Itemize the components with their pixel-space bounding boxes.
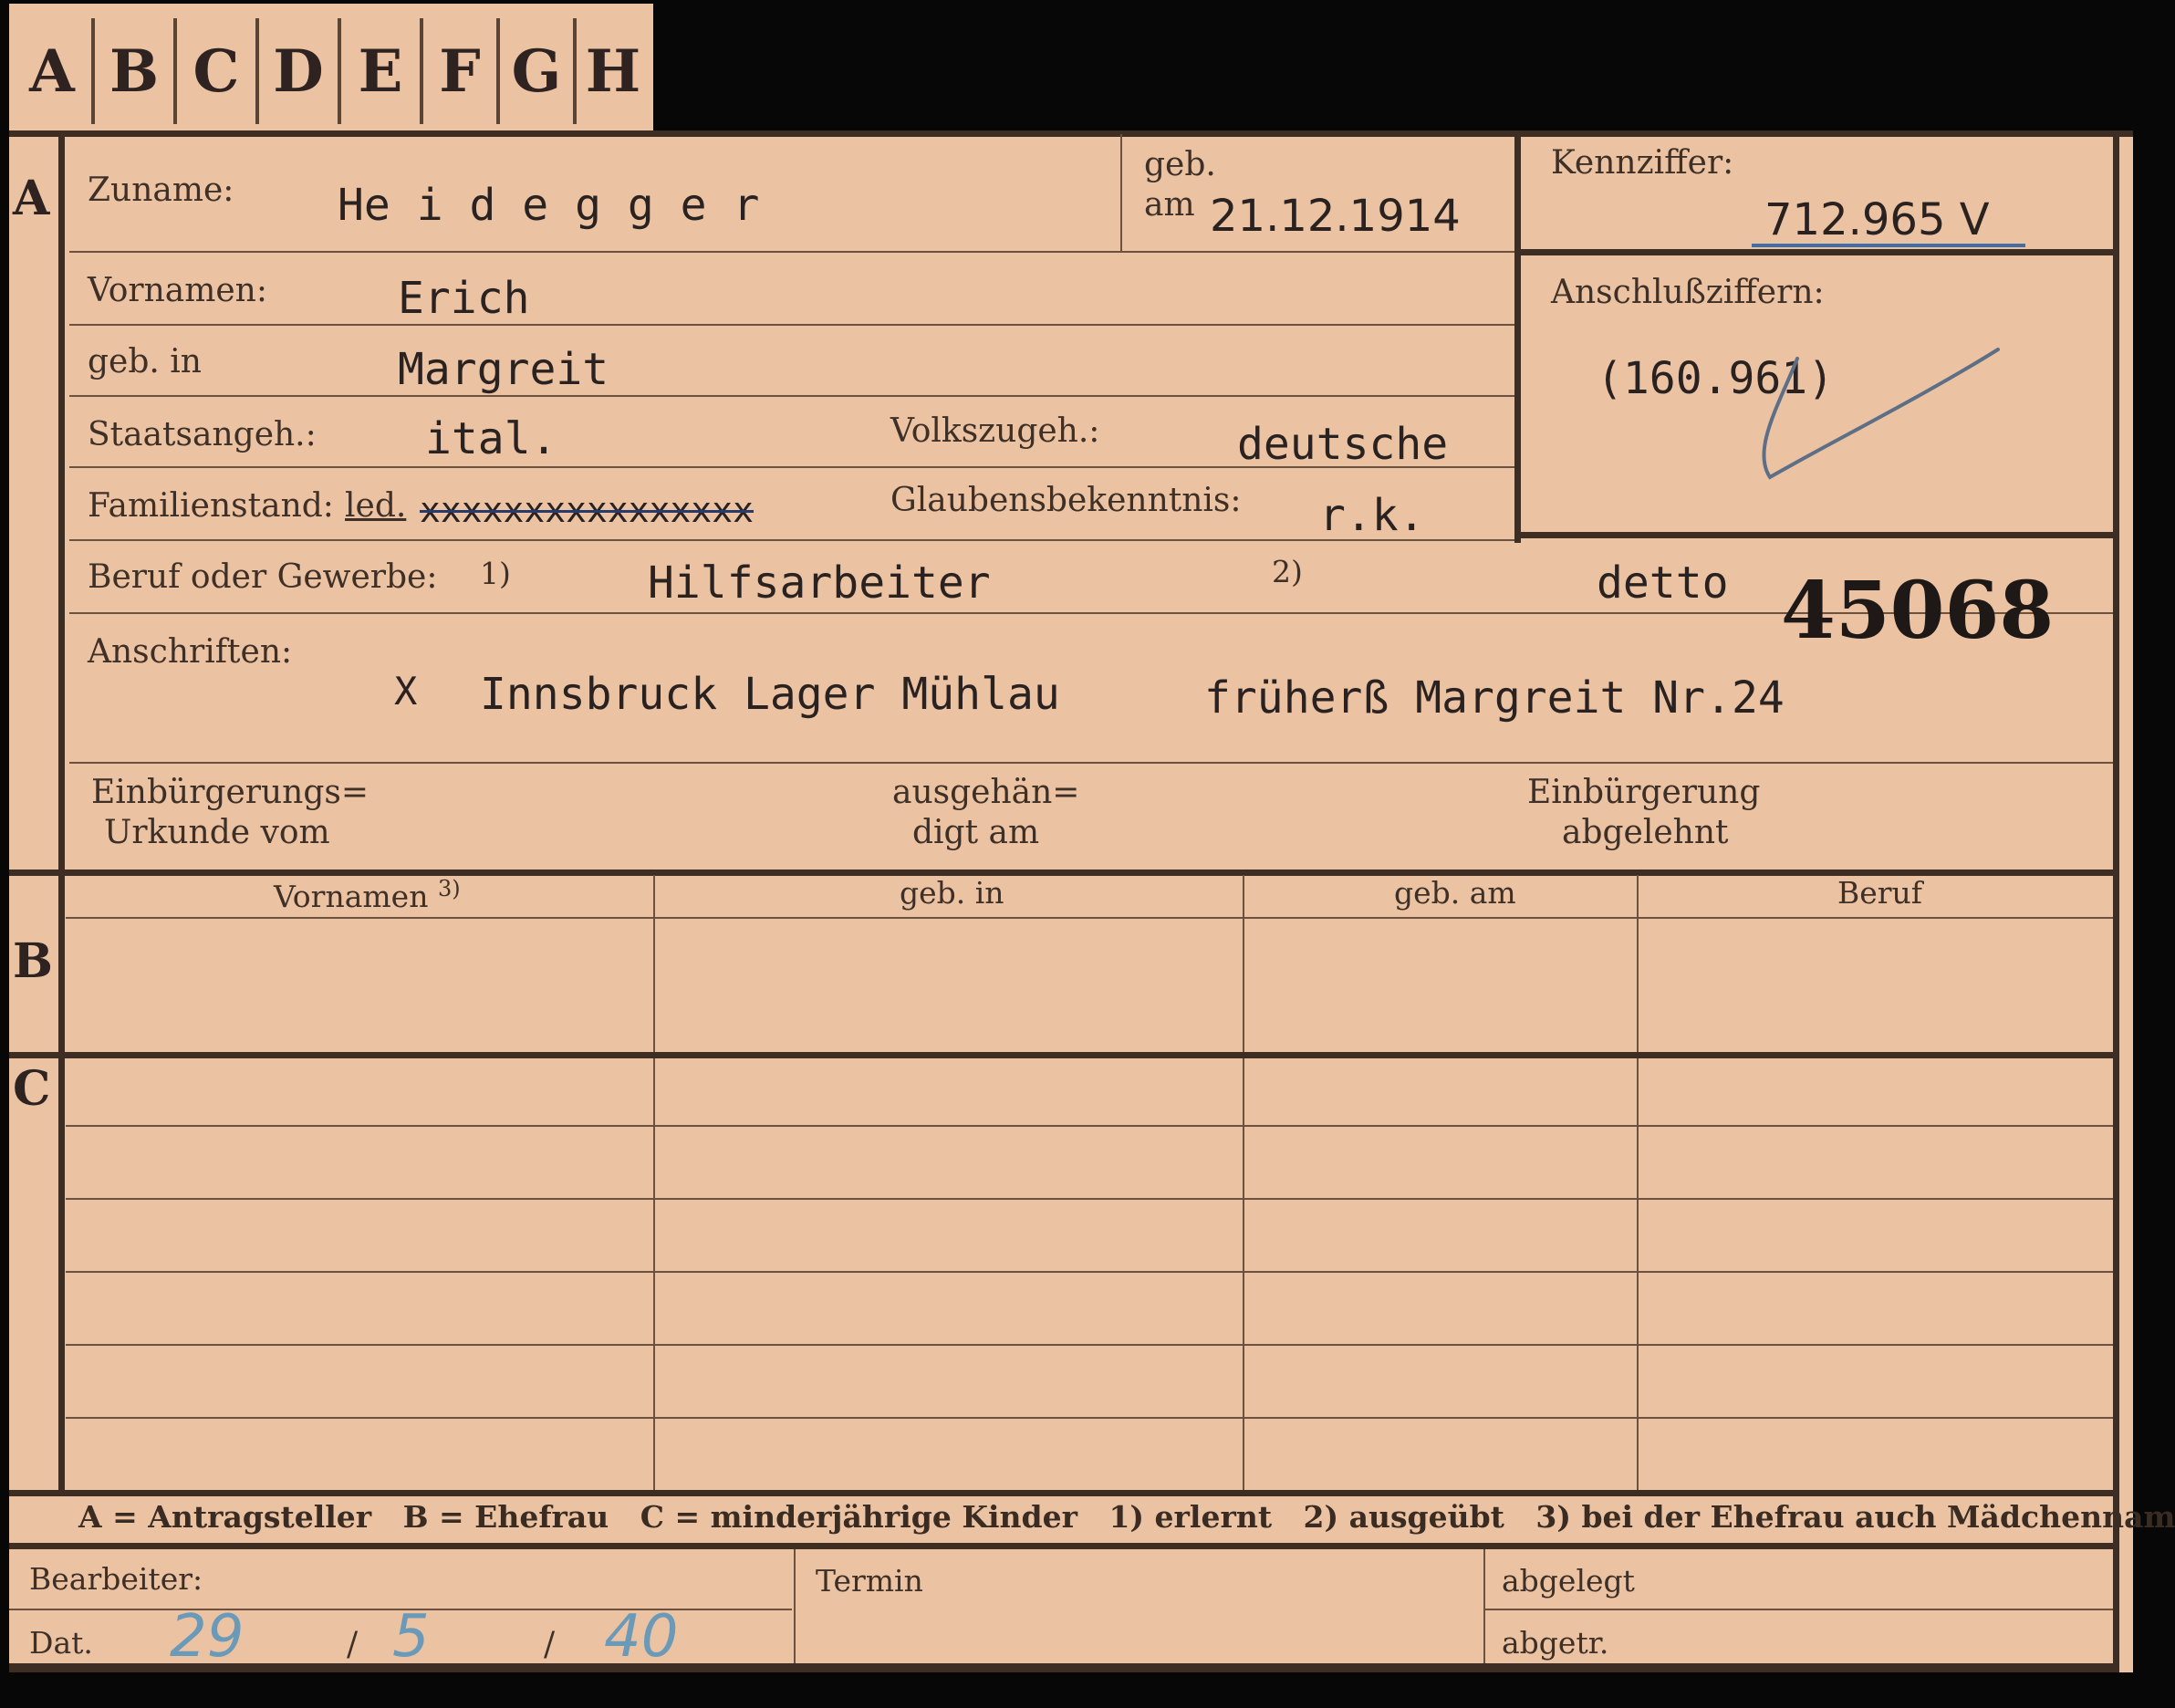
col-vornamen-header: Vornamen 3) [274, 877, 461, 913]
tab-d: D [259, 18, 341, 124]
row-line [69, 539, 1514, 541]
tab-e: E [341, 18, 423, 124]
address-marker: X [394, 669, 418, 713]
table-header-line [66, 917, 2113, 919]
row-line [69, 395, 1514, 397]
abgetr-label: abgetr. [1502, 1625, 1609, 1661]
column-divider [1243, 875, 1244, 1492]
kennziffer-box-divider [1514, 249, 2113, 255]
col-geb-in-header: geb. in [900, 875, 1004, 911]
kennziffer-value: 712.965 V [1764, 194, 1990, 245]
ausgehaendigt-label-1: ausgehän= [892, 774, 1080, 811]
vornamen-label: Vornamen: [88, 272, 267, 309]
vornamen-value: Erich [398, 273, 530, 324]
row-line [69, 251, 1514, 253]
col-beruf-header: Beruf [1837, 875, 1923, 911]
staatsangeh-label: Staatsangeh.: [88, 416, 317, 453]
col-vornamen-text: Vornamen [274, 879, 429, 914]
tab-a: A [13, 18, 95, 124]
beruf-label: Beruf oder Gewerbe: [88, 558, 438, 596]
tab-f: F [423, 18, 500, 124]
einbuergerung-abgelehnt-label-2: abgelehnt [1562, 814, 1729, 851]
beruf-note1: 1) [480, 556, 511, 591]
table-row-line [66, 1271, 2113, 1273]
tab-c: C [177, 18, 259, 124]
bottom-border [9, 1663, 2119, 1672]
section-b-top-border [9, 870, 2113, 876]
einbuergerung-abgelehnt-label-1: Einbürgerung [1527, 774, 1761, 811]
familienstand-label: Familienstand: [88, 487, 334, 525]
kennziffer-box-left [1514, 134, 1521, 543]
anschlussziffern-label: Anschlußziffern: [1551, 274, 1825, 311]
geb-datum-value: 21.12.1914 [1210, 191, 1461, 242]
zuname-value: He i d e g g e r [338, 180, 760, 231]
table-row-line [66, 1198, 2113, 1200]
col-vornamen-note: 3) [437, 876, 461, 901]
legend-top-border [9, 1490, 2113, 1496]
familienstand-value: led. [345, 487, 407, 525]
right-border [2113, 130, 2119, 1672]
section-letter-divider [58, 130, 65, 1490]
geb-am-label: am [1144, 186, 1195, 224]
dat-separator: / [544, 1626, 556, 1663]
abgelegt-label: abgelegt [1502, 1563, 1635, 1599]
footer-divider [1483, 1549, 1485, 1672]
einbuergerung-urkunde-label-1: Einbürgerungs= [91, 774, 369, 811]
beruf-note2: 2) [1272, 554, 1303, 589]
tab-g: G [500, 18, 577, 124]
top-border [9, 130, 2133, 137]
zuname-label: Zuname: [88, 172, 234, 209]
volkszugeh-label: Volkszugeh.: [890, 412, 1100, 450]
dat-month-value: 5 [392, 1603, 430, 1671]
index-tabs: A B C D E F G H [9, 4, 653, 131]
kennziffer-underline [1752, 244, 2025, 247]
table-row-line [66, 1417, 2113, 1419]
termin-label: Termin [816, 1563, 923, 1599]
anschrift-value: Innsbruck Lager Mühlau [480, 669, 1060, 720]
tab-b: B [95, 18, 177, 124]
kennziffer-box-bottom [1514, 532, 2113, 538]
glaubensbekenntnis-label: Glaubensbekenntnis: [890, 482, 1242, 519]
footer-divider [794, 1549, 796, 1672]
anschrift-frueher-value: früherß Margreit Nr.24 [1204, 672, 1785, 724]
footer-line [1485, 1609, 2113, 1610]
table-row-line [66, 1344, 2113, 1346]
row-line [69, 324, 1514, 326]
einbuergerung-urkunde-label-2: Urkunde vom [104, 814, 330, 851]
column-divider [653, 875, 655, 1492]
legend-bottom-border [9, 1543, 2113, 1549]
row-line [69, 762, 2113, 764]
dat-day-value: 29 [170, 1603, 245, 1671]
column-divider [1637, 875, 1639, 1492]
familienstand-struck-text: xxxxxxxxxxxxxxxx [420, 490, 754, 530]
check-mark-icon [1762, 348, 2000, 480]
geb-divider [1120, 134, 1122, 251]
section-letter-a: A [13, 171, 50, 226]
volkszugeh-value: deutsche [1237, 419, 1449, 470]
dat-separator: / [347, 1626, 359, 1663]
dat-year-value: 40 [604, 1603, 679, 1671]
section-letter-c: C [13, 1061, 51, 1117]
staatsangeh-value: ital. [425, 413, 557, 464]
geb-in-label: geb. in [88, 343, 202, 380]
section-c-top-border [9, 1052, 2113, 1058]
geb-in-value: Margreit [398, 344, 609, 395]
col-geb-am-header: geb. am [1394, 875, 1516, 911]
bearbeiter-label: Bearbeiter: [29, 1561, 203, 1597]
stamp-number: 45068 [1781, 565, 2055, 657]
tab-h: H [585, 36, 641, 106]
beruf-ausgeuebt-value: detto [1597, 557, 1729, 609]
beruf-erlernt-value: Hilfsarbeiter [648, 557, 991, 609]
section-letter-b: B [13, 933, 53, 989]
legend-text: A = Antragsteller B = Ehefrau C = minder… [78, 1499, 2175, 1535]
geb-label: geb. [1144, 146, 1216, 183]
anschriften-label: Anschriften: [88, 633, 293, 671]
registration-card: A Zuname: He i d e g g e r geb. am 21.12… [9, 130, 2175, 1672]
ausgehaendigt-label-2: digt am [912, 814, 1040, 851]
table-row-line [66, 1125, 2113, 1127]
glaubensbekenntnis-value: r.k. [1319, 490, 1425, 541]
kennziffer-label: Kennziffer: [1551, 144, 1734, 182]
dat-label: Dat. [29, 1625, 93, 1661]
